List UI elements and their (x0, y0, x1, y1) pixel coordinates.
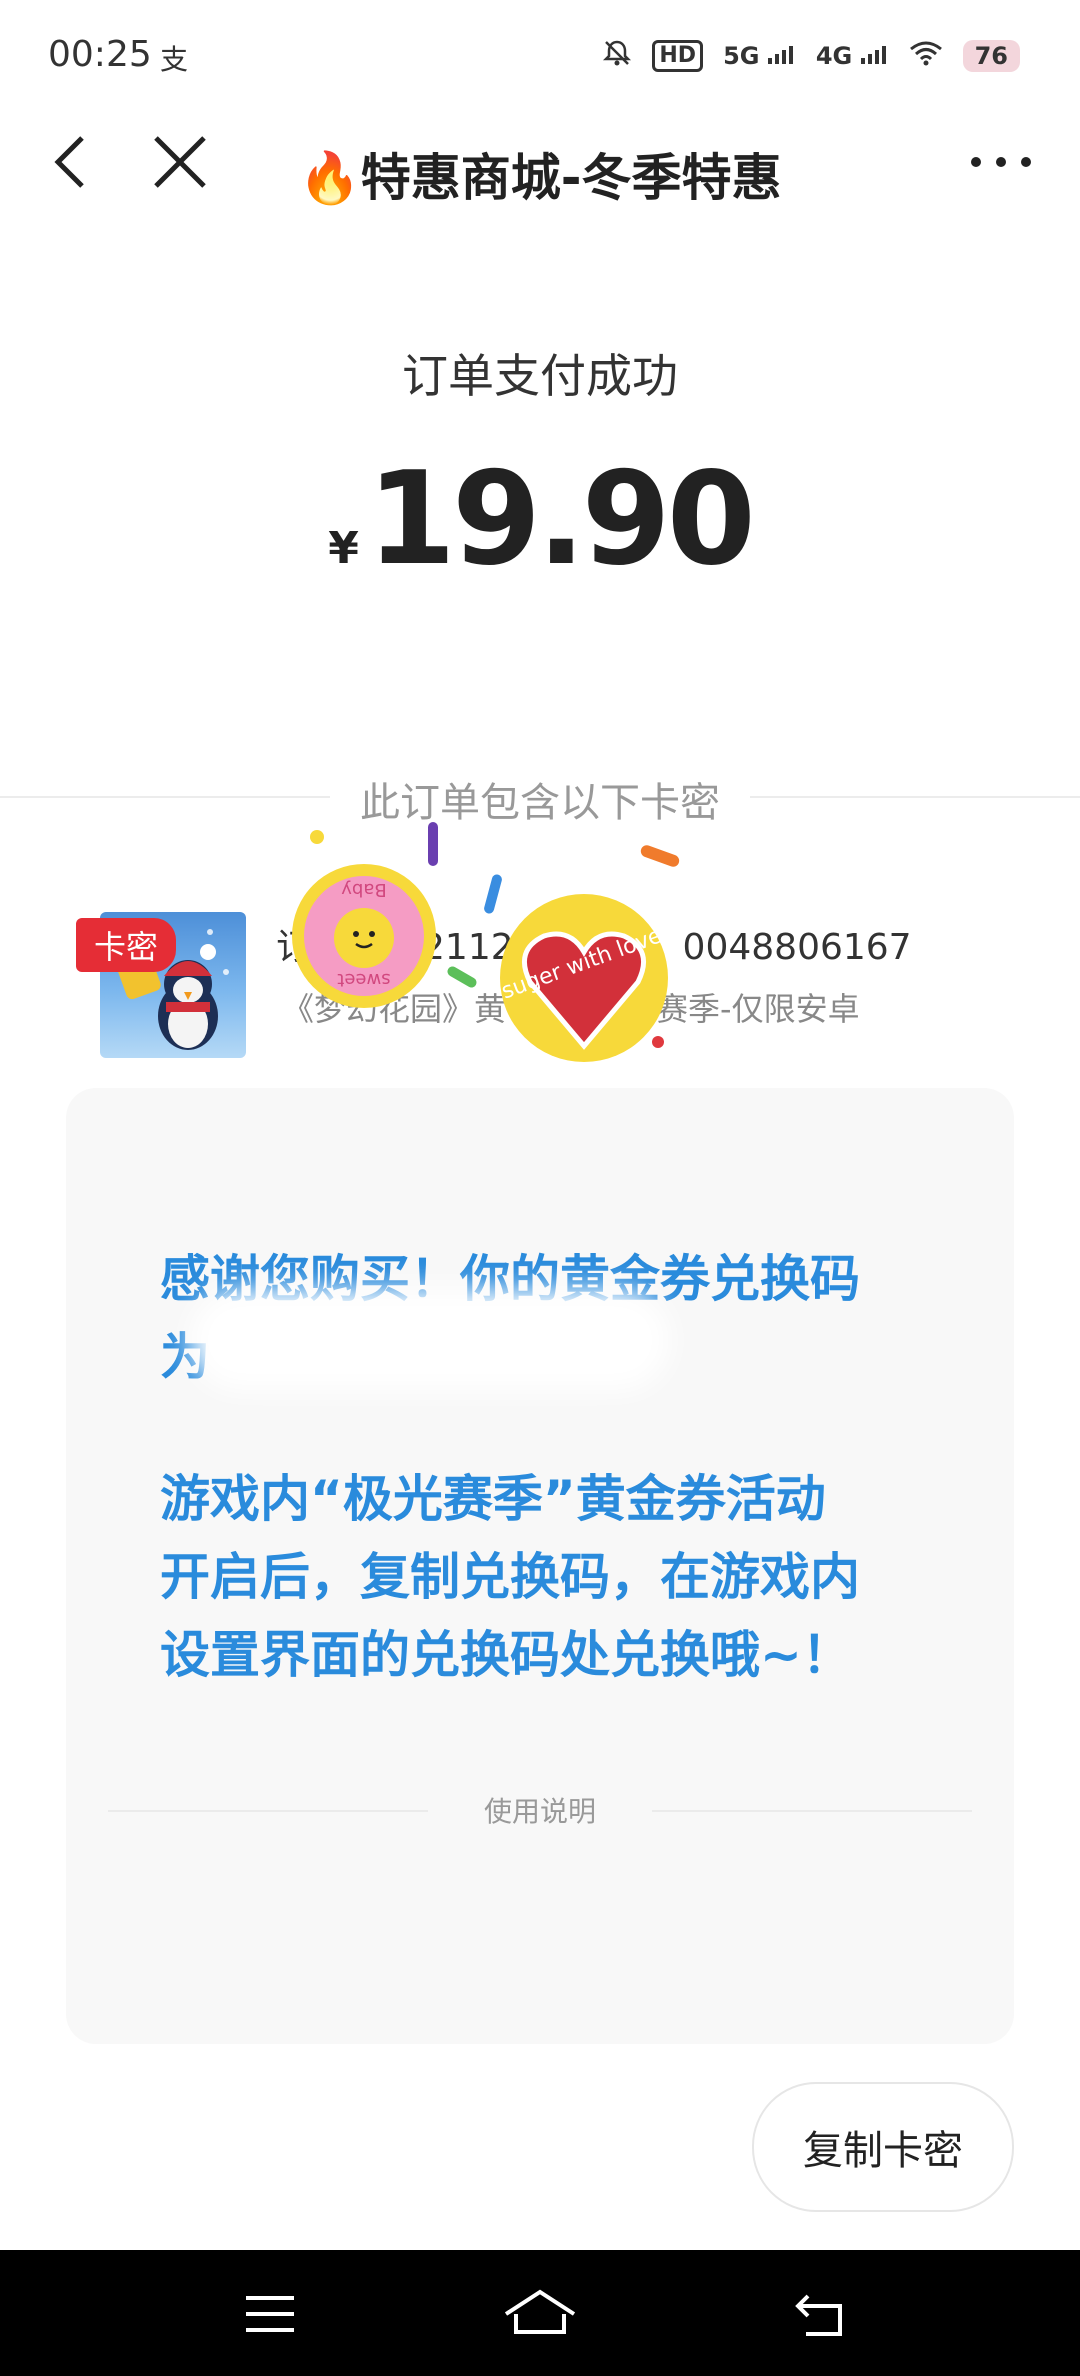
section-heading: 此订单包含以下卡密 (0, 770, 1080, 828)
hd-icon: HD (652, 40, 704, 72)
system-nav-bar (0, 2250, 1080, 2376)
confetti-stick (639, 843, 681, 869)
card-line-4: 开启后，复制兑换码，在游戏内 (160, 1548, 860, 1606)
heart-sticker: suger with love (498, 886, 668, 1066)
menu-button[interactable] (240, 2284, 300, 2344)
status-time: 00:25 (48, 34, 152, 75)
card-key-badge: 卡密 (76, 918, 177, 972)
back-nav-button[interactable] (792, 2284, 852, 2344)
sticker-text-sweet: sweet (337, 969, 390, 990)
sticker-text-baby: Baby (341, 879, 387, 900)
payment-amount: ¥19.90 (0, 445, 1080, 594)
page-title: 🔥特惠商城-冬季特惠 (298, 149, 782, 207)
nav-bar: 🔥特惠商城-冬季特惠 (0, 110, 1080, 220)
usage-instructions-label: 使用说明 (108, 1790, 972, 1830)
return-icon (795, 2294, 842, 2336)
home-icon (504, 2289, 576, 2334)
section-heading-text: 此订单包含以下卡密 (330, 780, 750, 826)
more-button[interactable] (966, 142, 1036, 182)
product-name-part-2: 赛季-仅限安卓 (656, 990, 860, 1028)
more-icon (971, 157, 1031, 167)
amount-value: 19.90 (366, 445, 756, 594)
mute-bell-icon (602, 38, 632, 74)
status-bar: 00:25 支 HD 5G 4G 76 (0, 0, 1080, 110)
home-button[interactable] (500, 2284, 580, 2344)
confetti-dot (310, 830, 324, 844)
status-icons: HD 5G 4G 76 (602, 38, 1020, 74)
payment-status-text: 订单支付成功 (402, 349, 678, 403)
order-number-part-2: 0048806167 (682, 927, 912, 968)
signal-5g-icon: 5G (723, 42, 796, 70)
baby-sweet-sticker: Baby sweet (290, 862, 438, 1010)
battery-icon: 76 (962, 40, 1020, 72)
card-line-5: 设置界面的兑换码处兑换哦~！ (160, 1626, 852, 1684)
currency-symbol: ¥ (328, 523, 359, 574)
wifi-icon (909, 40, 943, 72)
card-line-3: 游戏内“极光赛季”黄金券活动 (160, 1470, 826, 1528)
signal-4g-icon: 4G (816, 42, 889, 70)
confetti-stick (428, 822, 438, 866)
copy-card-key-button[interactable]: 复制卡密 (752, 2082, 1014, 2212)
menu-icon (246, 2296, 294, 2332)
alipay-status-icon: 支 (160, 43, 189, 76)
redacted-code (190, 1290, 670, 1390)
confetti-dot (652, 1036, 664, 1048)
